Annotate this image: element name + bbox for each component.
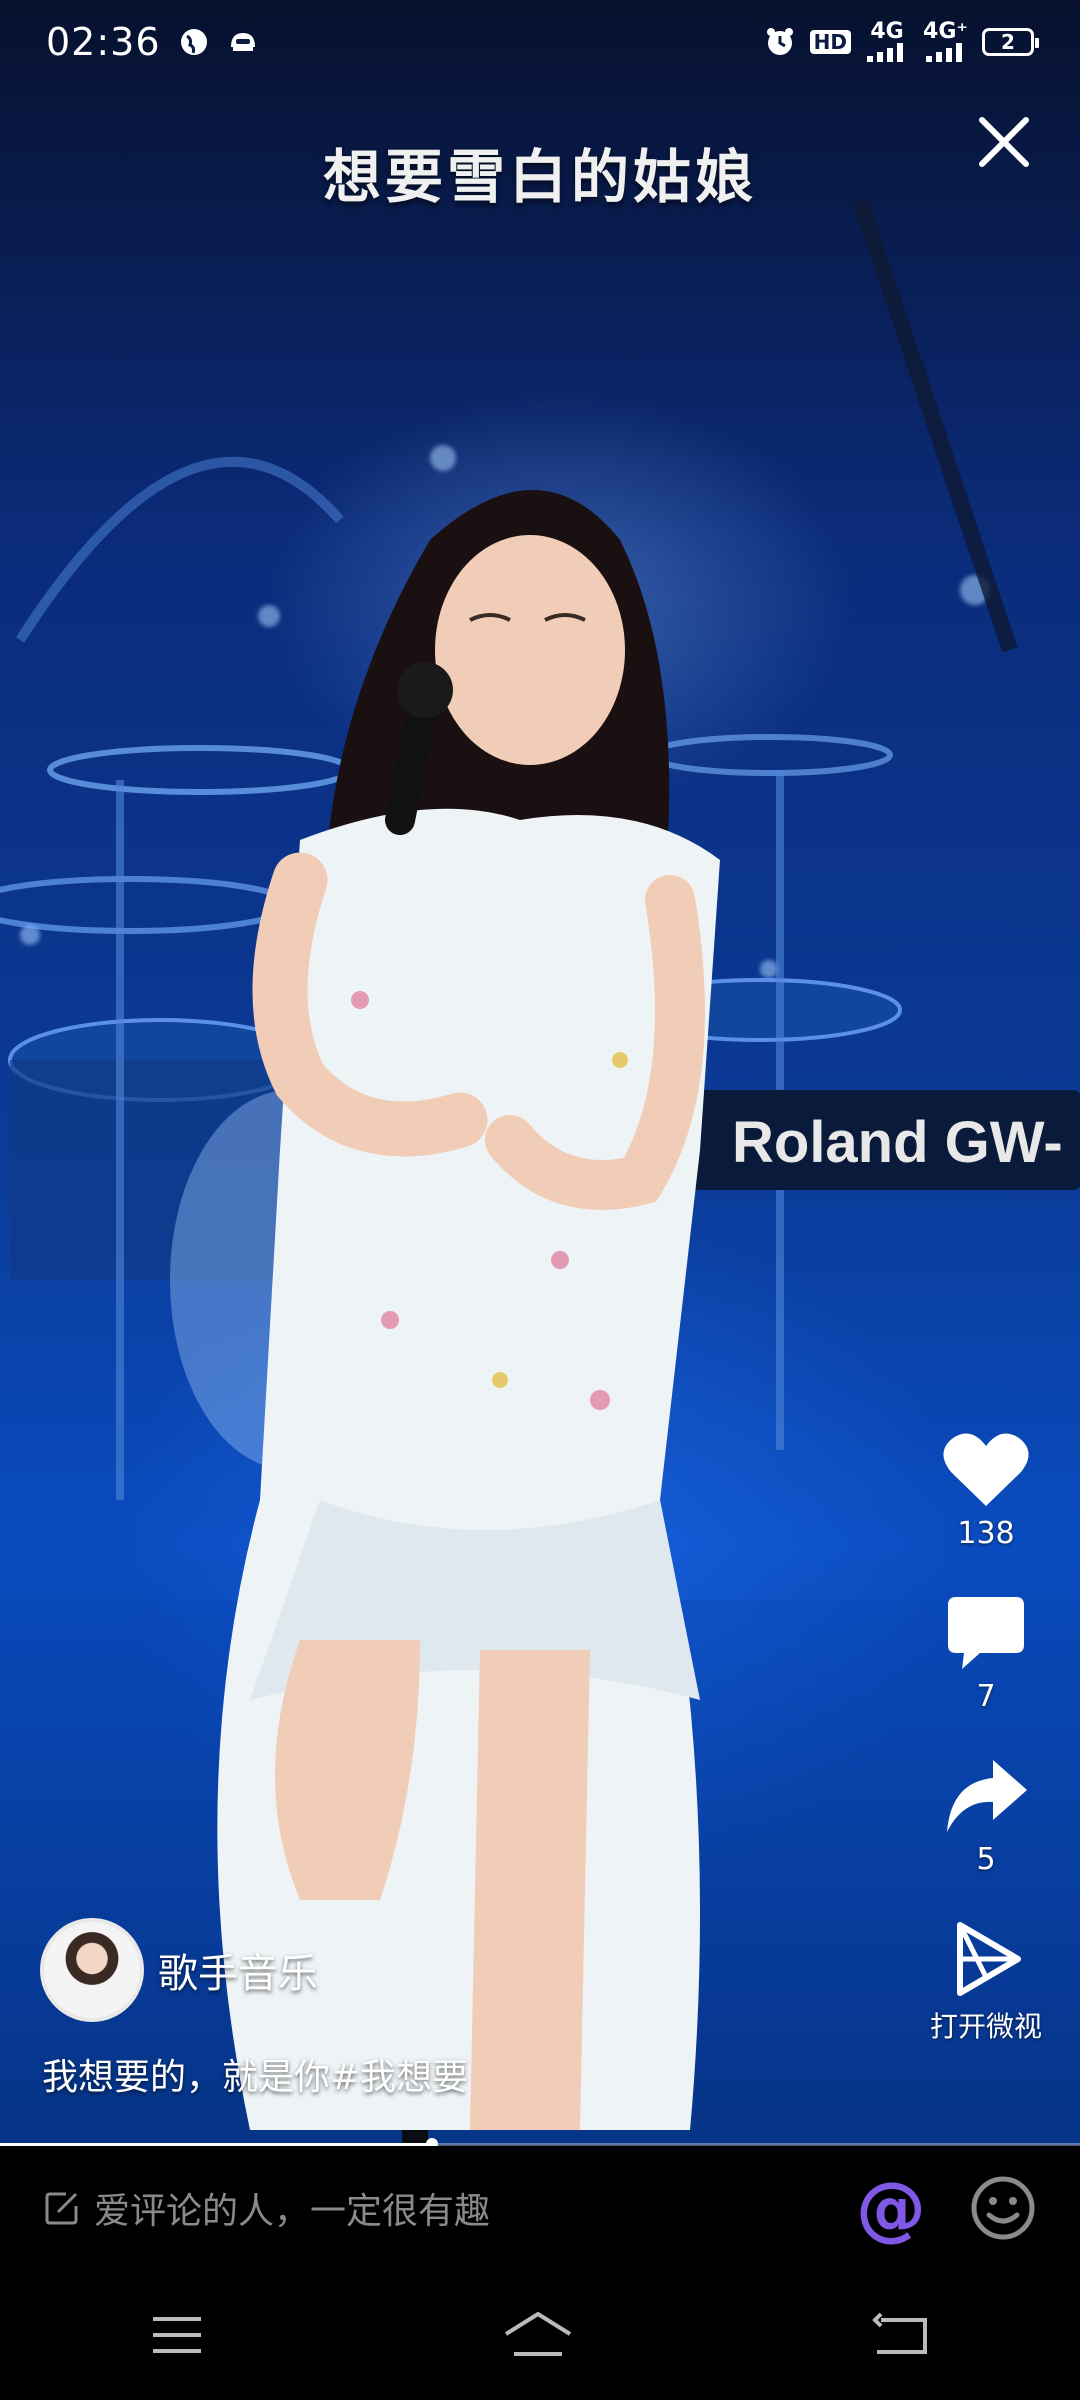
author-avatar[interactable] (40, 1918, 144, 2022)
notification-app-icon (230, 33, 255, 51)
alarm-icon (766, 28, 793, 55)
mention-button[interactable]: @ (856, 2173, 926, 2243)
video-caption[interactable]: 我想要的，就是你#我想要 (42, 2048, 468, 2100)
close-icon (979, 117, 1029, 167)
comment-bar: 爱评论的人，一定很有趣 @ (0, 2146, 1080, 2270)
home-icon[interactable] (502, 2310, 574, 2360)
network-label-2: 4G⁺ (923, 19, 968, 44)
edit-icon (45, 2192, 78, 2225)
close-button[interactable] (974, 112, 1034, 172)
signal-icon (925, 43, 962, 62)
network-label-1: 4G (870, 19, 904, 44)
hd-badge: HD (809, 30, 852, 54)
lyric-subtitle: 想要雪白的姑娘 (322, 143, 757, 211)
share-button[interactable]: 5 (943, 1756, 1029, 1877)
battery-level: 2 (1001, 30, 1015, 54)
menu-icon[interactable] (149, 2313, 205, 2357)
comment-button[interactable]: 7 (944, 1593, 1028, 1714)
like-count: 138 (957, 1516, 1015, 1551)
battery-indicator: 2 (982, 28, 1039, 56)
open-weishi-button[interactable]: 打开微视 (930, 1919, 1042, 2045)
share-arrow-icon (947, 1760, 1027, 1832)
globe-icon (180, 29, 207, 55)
svg-text:Roland GW-: Roland GW- (732, 1110, 1063, 1175)
side-actions: 138 7 5 打开微视 (916, 1430, 1056, 2087)
author-name[interactable]: 歌手音乐 (158, 1941, 318, 1999)
network-indicator-2: 4G⁺ (923, 19, 968, 62)
comment-placeholder: 爱评论的人，一定很有趣 (94, 2191, 491, 2232)
comment-icon (948, 1597, 1024, 1669)
like-button[interactable]: 138 (941, 1430, 1031, 1551)
status-bar: 02:36 HD 4G 4G⁺ 2 (0, 0, 1080, 84)
comment-input[interactable]: 爱评论的人，一定很有趣 (44, 2182, 856, 2234)
system-nav-bar (0, 2270, 1080, 2400)
signal-icon (867, 43, 904, 62)
weishi-logo-icon (956, 1922, 1021, 1996)
share-count: 5 (976, 1842, 996, 1877)
network-indicator-1: 4G (865, 19, 909, 62)
comment-count: 7 (976, 1679, 996, 1714)
status-time: 02:36 (46, 20, 161, 64)
emoji-icon[interactable] (970, 2175, 1036, 2241)
back-icon[interactable] (871, 2312, 931, 2358)
author-info[interactable]: 歌手音乐 (40, 1918, 318, 2022)
open-weishi-label: 打开微视 (929, 2010, 1042, 2043)
heart-icon (943, 1433, 1029, 1506)
